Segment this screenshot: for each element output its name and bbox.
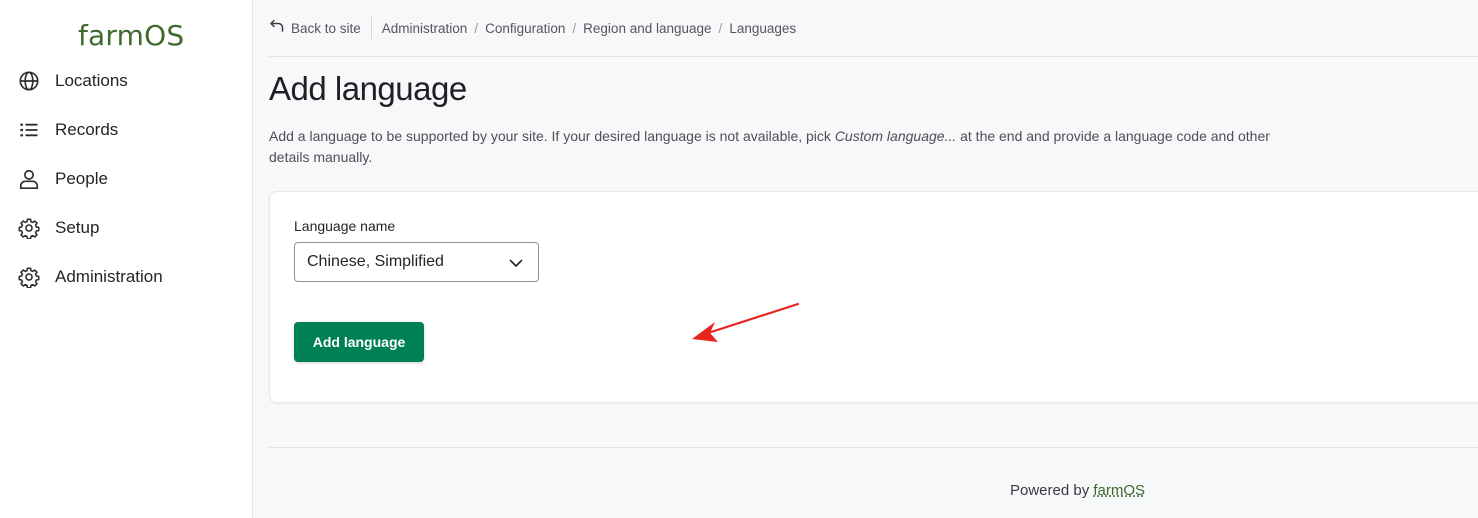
back-arrow-icon [270, 19, 284, 32]
person-icon [18, 168, 40, 190]
sidebar-item-label: Records [55, 120, 119, 139]
chevron-down-icon [509, 259, 523, 267]
breadcrumb-separator: / [474, 20, 479, 36]
custom-language-emphasis: Custom language... [834, 128, 957, 144]
header-divider [269, 56, 1478, 57]
gear-icon [18, 266, 40, 288]
back-to-site-label: Back to site [291, 20, 361, 36]
sidebar-item-label: People [55, 169, 108, 188]
breadcrumb-separator: / [572, 20, 577, 36]
breadcrumb-region-and-language[interactable]: Region and language [583, 21, 711, 36]
description-text: Add a language to be supported by your s… [269, 128, 835, 144]
main-content: Back to site Administration / Configurat… [253, 0, 1478, 518]
annotation-arrow-icon [692, 302, 800, 342]
selected-language: Chinese, Simplified [307, 253, 444, 270]
breadcrumb-configuration[interactable]: Configuration [485, 21, 565, 36]
sidebar-item-locations[interactable]: Locations [18, 66, 238, 96]
farmos-logo[interactable]: farmOS [78, 19, 184, 52]
gear-icon [18, 217, 40, 239]
sidebar-item-people[interactable]: People [18, 164, 238, 194]
sidebar-item-label: Locations [55, 71, 128, 90]
footer-divider [269, 447, 1478, 448]
sidebar-item-label: Administration [55, 267, 163, 286]
page-description: Add a language to be supported by your s… [269, 126, 1279, 168]
footer-farmos-link[interactable]: farmOS [1093, 482, 1145, 499]
back-to-site-link[interactable]: Back to site [269, 19, 361, 36]
breadcrumb-languages[interactable]: Languages [729, 21, 796, 36]
sidebar-item-label: Setup [55, 218, 100, 237]
breadcrumb-administration[interactable]: Administration [382, 21, 468, 36]
language-name-select[interactable]: Chinese, Simplified [294, 242, 539, 282]
breadcrumb: Back to site Administration / Configurat… [269, 16, 796, 40]
footer: Powered by farmOS [1010, 482, 1145, 499]
breadcrumb-divider [370, 17, 372, 39]
sidebar-item-records[interactable]: Records [18, 115, 238, 145]
sidebar: farmOS Locations Records People Setup Ad… [0, 0, 253, 518]
sidebar-item-administration[interactable]: Administration [18, 262, 238, 292]
breadcrumb-separator: / [718, 20, 723, 36]
list-icon [18, 119, 40, 141]
language-name-label: Language name [294, 218, 396, 234]
add-language-form: Language name Chinese, Simplified Add la… [269, 191, 1478, 403]
add-language-button[interactable]: Add language [294, 322, 424, 362]
footer-text: Powered by [1010, 482, 1094, 499]
globe-icon [18, 70, 40, 92]
page-title: Add language [269, 70, 467, 107]
sidebar-item-setup[interactable]: Setup [18, 213, 238, 243]
